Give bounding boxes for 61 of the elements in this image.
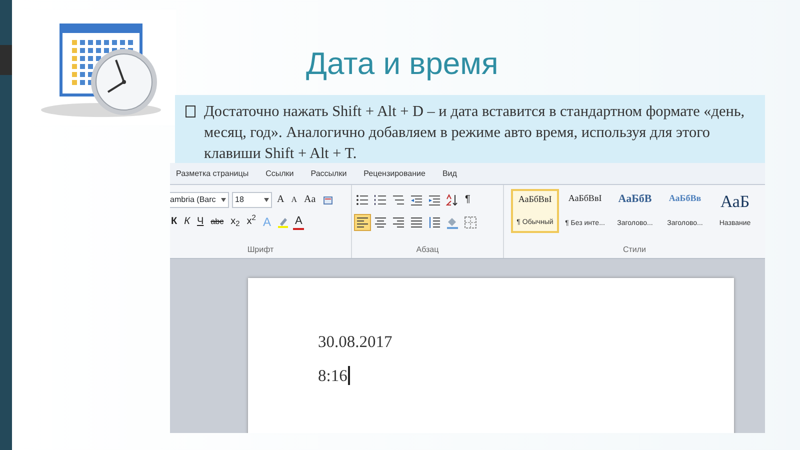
multilevel-list-button[interactable] xyxy=(391,193,406,207)
center-button[interactable] xyxy=(373,214,388,230)
bullet-text: Достаточно нажать Shift + Alt + D – и дата вставится в стандартном формате «день, месяц, год». Аналогично добавляем в режиме авто время, используя для этого клавиши Shift + Alt + T. xyxy=(204,102,746,164)
italic-button[interactable]: К xyxy=(182,215,192,229)
align-right-button[interactable] xyxy=(391,214,406,230)
align-center-icon xyxy=(374,216,387,228)
caret-icon xyxy=(264,198,269,202)
style-sample: АаБбВ xyxy=(618,193,652,206)
multilevel-list-icon xyxy=(392,194,405,206)
bullets-button[interactable] xyxy=(355,193,370,207)
outdent-icon xyxy=(410,194,423,206)
borders-icon xyxy=(464,216,477,228)
document-text: 30.08.2017 xyxy=(318,331,394,353)
ribbon-tab[interactable]: Вид xyxy=(442,168,457,180)
change-case-button[interactable]: Aa xyxy=(302,193,318,207)
sort-button[interactable] xyxy=(445,193,460,207)
bullet-icon xyxy=(185,105,196,118)
numbered-list-icon xyxy=(374,194,387,206)
bullet-list-icon xyxy=(356,194,369,206)
sort-icon xyxy=(446,194,459,206)
highlighter-icon xyxy=(276,216,289,228)
ribbon-tab[interactable]: Разметка страницы xyxy=(176,168,249,180)
superscript-button[interactable]: x$^{2}$ xyxy=(244,215,258,229)
justify-icon xyxy=(410,216,423,228)
show-marks-button[interactable]: ¶ xyxy=(463,193,472,207)
style-sample: АаБбВвI xyxy=(568,193,602,204)
style-sample: АаБ xyxy=(720,193,750,210)
ribbon-tab[interactable]: Рассылки xyxy=(310,168,347,180)
strikethrough-button[interactable]: abc xyxy=(208,215,226,229)
align-right-icon xyxy=(392,216,405,228)
justify-button[interactable] xyxy=(409,214,424,230)
group-label: Стили xyxy=(622,244,648,256)
borders-button[interactable] xyxy=(463,214,478,230)
shrink-font-button[interactable]: A xyxy=(289,193,300,207)
ribbon-tab[interactable]: Рецензирование xyxy=(364,168,426,180)
font-color-button[interactable]: A xyxy=(292,214,304,230)
increase-indent-button[interactable] xyxy=(427,193,442,207)
bold-button[interactable]: К xyxy=(170,215,180,229)
line-spacing-icon xyxy=(428,216,441,228)
eraser-icon xyxy=(322,194,334,206)
grow-font-button[interactable]: A xyxy=(275,193,286,207)
decrease-indent-button[interactable] xyxy=(409,193,424,207)
caret-icon xyxy=(221,198,226,202)
subscript-button[interactable]: x$_{2}$ xyxy=(228,215,242,229)
slide-title: Дата и время xyxy=(306,48,498,79)
underline-button[interactable]: Ч xyxy=(195,215,206,229)
numbering-button[interactable] xyxy=(373,193,388,207)
font-name-field[interactable]: ambria (Barc xyxy=(170,192,229,208)
highlight-button[interactable] xyxy=(276,215,290,229)
paint-bucket-icon xyxy=(446,216,459,228)
style-sample: АаБбВв xyxy=(668,193,702,204)
group-label: Шрифт xyxy=(246,244,275,256)
align-left-icon xyxy=(356,216,369,228)
font-size-field[interactable]: 18 xyxy=(232,192,272,208)
align-left-button[interactable] xyxy=(355,214,370,230)
style-sample: АаБбВвI xyxy=(518,194,552,205)
indent-icon xyxy=(428,194,441,206)
document-text: 8:16 xyxy=(318,365,734,387)
ribbon-tab[interactable]: Ссылки xyxy=(266,168,294,180)
line-spacing-button[interactable] xyxy=(427,214,442,230)
group-label: Абзац xyxy=(415,244,440,256)
